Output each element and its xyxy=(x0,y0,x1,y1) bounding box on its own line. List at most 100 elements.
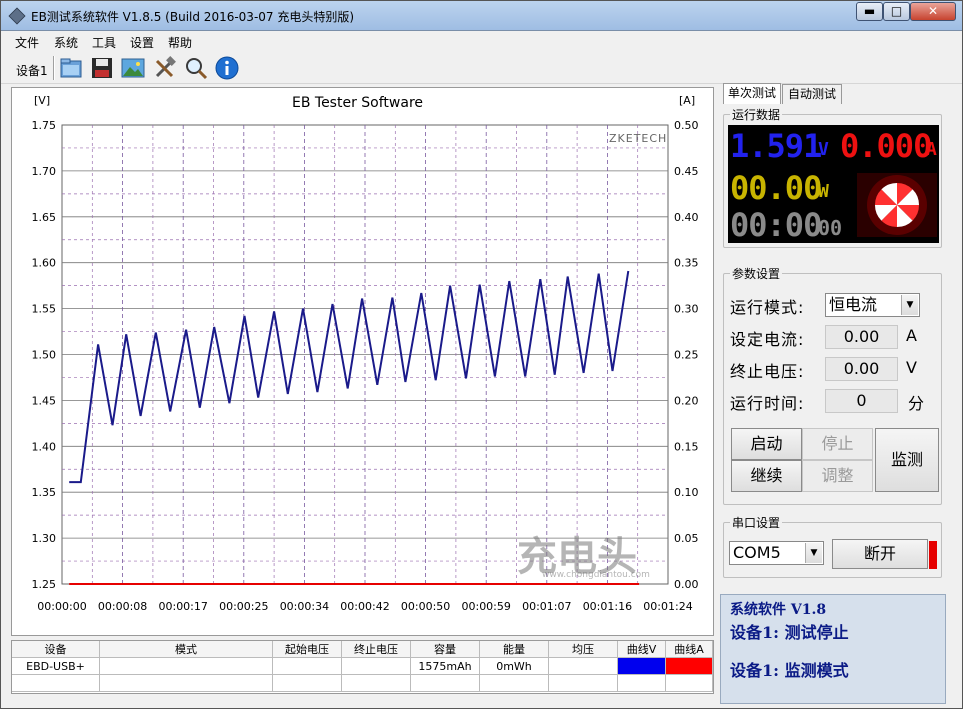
chevron-down-icon[interactable]: ▼ xyxy=(901,295,918,315)
status-line: 设备1: 监测模式 xyxy=(730,661,849,680)
com-port-select[interactable]: COM5 ▼ xyxy=(729,541,824,565)
brand-label: ZKETECH xyxy=(609,132,668,145)
umbrella-logo-icon xyxy=(857,173,937,237)
x-tick-label: 00:01:24 xyxy=(643,600,692,613)
x-tick-label: 00:00:59 xyxy=(461,600,510,613)
set-current-label: 设定电流: xyxy=(730,330,805,349)
set-current-field[interactable]: 0.00 xyxy=(825,325,898,349)
y-tick-label-right: 0.25 xyxy=(674,349,699,362)
x-tick-label: 00:00:25 xyxy=(219,600,268,613)
x-tick-label: 00:01:07 xyxy=(522,600,571,613)
adjust-button[interactable]: 调整 xyxy=(802,460,873,492)
table-cell xyxy=(618,675,666,692)
folder-icon[interactable] xyxy=(59,56,83,80)
y-tick-label-left: 1.75 xyxy=(32,119,57,132)
menu-tools[interactable]: 工具 xyxy=(92,34,116,51)
save-icon[interactable] xyxy=(90,56,114,80)
disconnect-button[interactable]: 断开 xyxy=(832,539,928,569)
toolbar: 设备1 xyxy=(1,51,962,84)
table-cell: 0mWh xyxy=(480,658,549,675)
y-tick-label-left: 1.35 xyxy=(32,486,57,499)
y-tick-label-right: 0.40 xyxy=(674,211,699,224)
cutoff-voltage-unit: V xyxy=(906,358,917,377)
tools-icon[interactable] xyxy=(153,56,177,80)
picture-icon[interactable] xyxy=(121,56,145,80)
table-header-cell: 曲线A xyxy=(666,641,713,658)
toolbar-separator xyxy=(53,56,55,80)
table-cell: EBD-USB+ xyxy=(12,658,100,675)
table-header-cell: 曲线V xyxy=(618,641,666,658)
y-tick-label-right: 0.30 xyxy=(674,303,699,316)
y-tick-label-left: 1.60 xyxy=(32,257,57,270)
voltage-readout: 1.591 xyxy=(730,127,822,165)
status-line: 设备1: 测试停止 xyxy=(730,623,849,642)
table-header-cell: 终止电压 xyxy=(342,641,411,658)
result-table: 设备 模式 起始电压 终止电压 容量 能量 均压 曲线V 曲线A EBD-USB+ 1575mAh 0… xyxy=(11,640,714,694)
table-header-cell: 起始电压 xyxy=(273,641,342,658)
y-tick-label-left: 1.45 xyxy=(32,394,57,407)
stop-button[interactable]: 停止 xyxy=(802,428,873,460)
y-tick-label-left: 1.25 xyxy=(32,578,57,591)
cutoff-voltage-label: 终止电压: xyxy=(730,362,805,381)
y-tick-label-left: 1.50 xyxy=(32,349,57,362)
watermark-url: www.chongdiantou.com xyxy=(542,570,650,580)
y-tick-label-left: 1.55 xyxy=(32,303,57,316)
y-tick-label-left: 1.40 xyxy=(32,440,57,453)
run-time-label: 运行时间: xyxy=(730,394,805,413)
table-cell xyxy=(342,675,411,692)
menu-settings[interactable]: 设置 xyxy=(130,34,154,51)
y-tick-label-right: 0.35 xyxy=(674,257,699,270)
chart-panel: [V] EB Tester Software [A] 1.75 0.50 1.70 0… xyxy=(11,87,714,636)
close-button[interactable]: ✕ xyxy=(910,2,956,21)
info-icon[interactable] xyxy=(215,56,239,80)
table-cell xyxy=(100,658,273,675)
y-tick-label-left: 1.70 xyxy=(32,165,57,178)
monitor-button[interactable]: 监测 xyxy=(875,428,939,492)
run-data-label: 运行数据 xyxy=(730,106,783,123)
menu-system[interactable]: 系统 xyxy=(54,34,78,51)
serial-label: 串口设置 xyxy=(730,514,783,531)
current-unit: A xyxy=(926,139,937,160)
run-time-field[interactable]: 0 xyxy=(825,389,898,413)
table-header-cell: 能量 xyxy=(480,641,549,658)
table-cell xyxy=(342,658,411,675)
table-cell xyxy=(411,675,480,692)
maximize-button[interactable]: □ xyxy=(883,2,910,21)
power-unit: W xyxy=(818,181,829,202)
magnifier-icon[interactable] xyxy=(184,56,208,80)
table-cell xyxy=(549,658,618,675)
tab-auto-test[interactable]: 自动测试 xyxy=(782,84,842,104)
y-tick-label-right: 0.00 xyxy=(674,578,699,591)
chevron-down-icon[interactable]: ▼ xyxy=(805,543,822,563)
menu-file[interactable]: 文件 xyxy=(15,34,39,51)
run-time-unit: 分 xyxy=(908,394,925,413)
minimize-button[interactable]: ▬ xyxy=(856,2,883,21)
start-button[interactable]: 启动 xyxy=(731,428,802,460)
x-tick-label: 00:00:34 xyxy=(280,600,329,613)
title-bar[interactable]: EB测试系统软件 V1.8.5 (Build 2016-03-07 充电头特别版… xyxy=(1,1,962,31)
x-tick-label: 00:00:50 xyxy=(401,600,450,613)
com-port-value: COM5 xyxy=(733,543,781,562)
cutoff-voltage-field[interactable]: 0.00 xyxy=(825,357,898,381)
app-icon xyxy=(8,7,26,25)
params-label: 参数设置 xyxy=(730,265,783,282)
mode-select[interactable]: 恒电流 ▼ xyxy=(825,293,920,317)
y-tick-label-left: 1.30 xyxy=(32,532,57,545)
device-selector[interactable]: 设备1 xyxy=(16,62,48,79)
table-cell xyxy=(666,658,713,675)
table-cell xyxy=(100,675,273,692)
menu-bar: 文件 系统 工具 设置 帮助 xyxy=(1,31,962,51)
x-tick-label: 00:00:42 xyxy=(340,600,389,613)
menu-help[interactable]: 帮助 xyxy=(168,34,192,51)
table-cell xyxy=(549,675,618,692)
power-readout: 00.00 xyxy=(730,169,822,207)
x-tick-label: 00:00:17 xyxy=(158,600,207,613)
serial-group: 串口设置 COM5 ▼ 断开 xyxy=(723,514,942,578)
connection-indicator xyxy=(929,541,937,569)
voltage-unit: V xyxy=(818,139,829,160)
table-header-cell: 均压 xyxy=(549,641,618,658)
table-cell: 1575mAh xyxy=(411,658,480,675)
tab-single-test[interactable]: 单次测试 xyxy=(723,83,781,104)
continue-button[interactable]: 继续 xyxy=(731,460,802,492)
run-data-group: 运行数据 1.591 V 0.000 A 00.00 W 00:00 00 xyxy=(723,106,942,248)
